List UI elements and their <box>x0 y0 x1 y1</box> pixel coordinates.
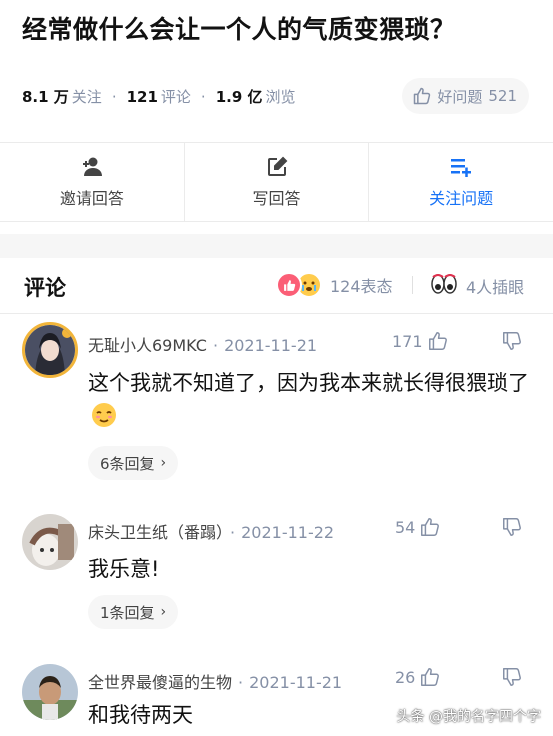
comment-body: 这个我就不知道了，因为我本来就长得很猥琐了 <box>88 371 529 395</box>
comment-date: 2021-11-21 <box>224 336 318 355</box>
question-stats: 8.1 万 关注 · 121 评论 · 1.9 亿 浏览 <box>22 86 296 107</box>
thumbs-down-icon <box>503 332 521 350</box>
reactions-summary[interactable]: 124表态 <box>276 272 393 298</box>
like-count: 54 <box>395 517 416 537</box>
comment-dislike-button[interactable] <box>501 330 523 356</box>
follow-list-icon <box>450 155 472 179</box>
comment-author[interactable]: 全世界最傻逼的生物 <box>88 673 232 692</box>
thumbs-up-icon <box>414 87 431 105</box>
comments-count: 121 <box>126 87 158 106</box>
thumbs-down-icon <box>503 518 521 536</box>
edit-icon <box>266 155 288 179</box>
followers-count: 8.1 万 <box>22 88 69 106</box>
header-divider <box>412 276 413 294</box>
follow-question-label: 关注问题 <box>429 189 494 208</box>
reactions-count: 124表态 <box>330 277 393 296</box>
comment-author[interactable]: 无耻小人69MKC <box>88 336 207 355</box>
eyes-summary[interactable]: 4人插眼 <box>430 273 524 299</box>
comment-meta: 床头卫生纸（番蹋） · 2021-11-22 <box>88 519 334 543</box>
replies-count: 6条回复 <box>100 454 155 473</box>
write-answer-button[interactable]: 写回答 <box>183 143 369 221</box>
comment-text: 这个我就不知道了，因为我本来就长得很猥琐了 <box>88 366 538 434</box>
comment-like-button[interactable]: 26 <box>395 666 441 688</box>
avatar[interactable] <box>22 514 78 570</box>
thumbs-up-icon <box>421 518 440 536</box>
views-count: 1.9 亿 <box>215 88 263 106</box>
comment-date: 2021-11-21 <box>249 673 343 692</box>
comment-dislike-button[interactable] <box>501 666 523 692</box>
good-question-count: 521 <box>488 87 517 105</box>
eyes-icon <box>430 273 458 299</box>
comments-header: 评论 124表态 4人插眼 <box>0 258 553 314</box>
like-reaction-icon <box>276 272 302 298</box>
avatar[interactable] <box>22 322 78 378</box>
comments-label: 评论 <box>160 88 191 106</box>
avatar[interactable] <box>22 664 78 720</box>
comment-like-button[interactable]: 171 <box>392 330 449 352</box>
invite-answer-button[interactable]: 邀请回答 <box>0 143 184 221</box>
thumbs-up-icon <box>428 332 447 350</box>
stats-dot: · <box>111 87 117 106</box>
meta-dot: · <box>238 673 244 692</box>
relieved-emoji <box>90 401 118 429</box>
stats-dot: · <box>200 87 206 106</box>
question-card: 经常做什么会让一个人的气质变猥琐？ 8.1 万 关注 · 121 评论 · 1.… <box>0 0 553 234</box>
good-question-button[interactable]: 好问题 521 <box>402 78 529 114</box>
question-actions: 邀请回答 写回答 关注问题 <box>0 142 553 222</box>
eyes-count: 4人插眼 <box>466 278 525 297</box>
view-replies-button[interactable]: 6条回复 › <box>88 446 179 480</box>
comment-meta: 无耻小人69MKC · 2021-11-21 <box>88 332 317 356</box>
good-question-label: 好问题 <box>437 87 483 106</box>
like-count: 26 <box>395 667 416 687</box>
comment-text: 我乐意! <box>88 557 160 581</box>
invite-user-icon <box>80 155 104 179</box>
views-label: 浏览 <box>265 88 296 106</box>
followers-label: 关注 <box>71 88 102 106</box>
comment-item: 床头卫生纸（番蹋） · 2021-11-22 54 我乐意! 1条回复 › <box>0 502 553 642</box>
write-answer-label: 写回答 <box>252 189 301 208</box>
question-title: 经常做什么会让一个人的气质变猥琐？ <box>22 15 456 44</box>
invite-answer-label: 邀请回答 <box>59 189 124 208</box>
comments-title: 评论 <box>24 276 66 300</box>
view-replies-button[interactable]: 1条回复 › <box>88 595 179 629</box>
comment-meta: 全世界最傻逼的生物 · 2021-11-21 <box>88 669 342 693</box>
chevron-right-icon: › <box>160 604 167 620</box>
thumbs-up-icon <box>421 668 440 686</box>
watermark: 头条 @我的名字四个字 <box>396 709 541 725</box>
meta-dot: · <box>212 336 219 355</box>
follow-question-button[interactable]: 关注问题 <box>368 143 553 221</box>
comment-like-button[interactable]: 54 <box>395 516 441 538</box>
like-count: 171 <box>392 331 423 351</box>
comment-dislike-button[interactable] <box>501 516 523 542</box>
thumbs-down-icon <box>503 668 521 686</box>
chevron-right-icon: › <box>160 455 167 471</box>
section-divider <box>0 234 553 258</box>
comment-item: 无耻小人69MKC · 2021-11-21 171 这个我就不知道了，因为我本来就… <box>0 314 553 484</box>
comment-author[interactable]: 床头卫生纸（番蹋） <box>88 523 224 542</box>
meta-dot: · <box>230 523 236 542</box>
comment-date: 2021-11-22 <box>241 523 335 542</box>
replies-count: 1条回复 <box>100 603 155 622</box>
